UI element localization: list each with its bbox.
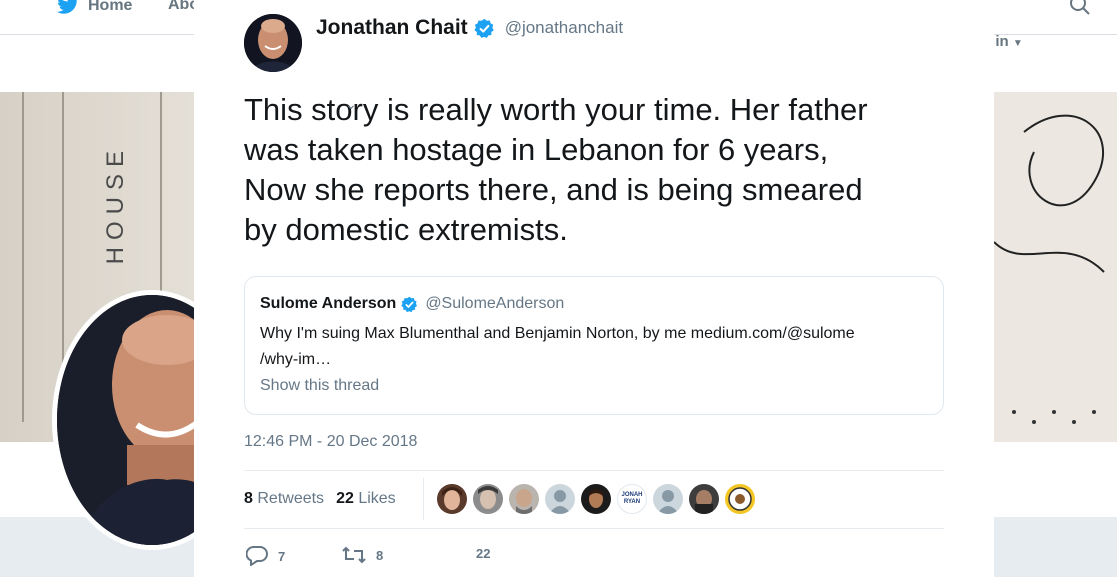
jonah-ryan-badge-text: JONAH RYAN: [621, 492, 643, 505]
divider: [244, 528, 944, 529]
quoted-author-handle: @SulomeAnderson: [425, 295, 565, 312]
retweets-count: 8: [244, 490, 253, 507]
liker-avatar[interactable]: [689, 484, 719, 514]
like-button[interactable]: 22: [476, 546, 490, 561]
liker-avatar[interactable]: [509, 484, 539, 514]
reply-icon: [246, 546, 268, 566]
stats-separator: [423, 478, 424, 520]
liker-avatar[interactable]: [437, 484, 467, 514]
nav-home-label: Home: [88, 0, 133, 14]
likes-count: 22: [336, 490, 354, 507]
author-avatar[interactable]: [244, 14, 302, 72]
tweet-text-line: Now she reports there, and is being smea…: [244, 172, 863, 207]
chevron-down-icon[interactable]: ⌄: [345, 96, 357, 113]
nav-home-link[interactable]: Home: [56, 0, 132, 16]
reply-button[interactable]: 7: [246, 546, 285, 566]
reply-count: 7: [278, 548, 286, 564]
default-avatar-icon[interactable]: [653, 484, 683, 514]
author-name[interactable]: Jonathan Chait: [316, 16, 468, 40]
search-icon[interactable]: [1069, 0, 1091, 21]
like-count: 22: [476, 546, 491, 561]
quoted-tweet-card[interactable]: Sulome Anderson @SulomeAnderson Why I'm …: [244, 276, 944, 415]
author-handle[interactable]: @jonathanchait: [505, 18, 623, 38]
retweet-icon: [342, 546, 366, 564]
scribble-drawing: [993, 114, 1105, 424]
likes-label: Likes: [358, 490, 396, 507]
cover-line: [22, 92, 24, 422]
twitter-bird-icon: [57, 0, 78, 14]
quoted-tweet-text: Why I'm suing Max Blumenthal and Benjami…: [260, 321, 930, 373]
quoted-text-line: Why I'm suing Max Blumenthal and Benjami…: [260, 325, 855, 342]
quoted-tweet-author[interactable]: Sulome Anderson @SulomeAnderson: [260, 295, 564, 313]
likes-stat[interactable]: 22 Likes: [336, 490, 396, 508]
liker-avatar[interactable]: [581, 484, 611, 514]
retweets-stat[interactable]: 8 Retweets: [244, 490, 324, 508]
liker-avatar[interactable]: [473, 484, 503, 514]
liker-avatar[interactable]: [725, 484, 755, 514]
show-thread-link[interactable]: Show this thread: [260, 377, 379, 395]
tweet-text-line: was taken hostage in Lebanon for 6 years…: [244, 132, 829, 167]
verified-badge-icon: [474, 18, 494, 38]
tweet-stats: 8 Retweets 22 Likes: [244, 490, 396, 508]
liker-avatars: JONAH RYAN: [437, 484, 755, 514]
chevron-down-icon: ▼: [1012, 38, 1023, 49]
cover-right-panel: [993, 92, 1117, 442]
liker-avatar-jonah-ryan[interactable]: JONAH RYAN: [617, 484, 647, 514]
retweet-count: 8: [376, 547, 384, 563]
quoted-author-name: Sulome Anderson: [260, 295, 397, 312]
divider: [244, 470, 944, 471]
retweets-label: Retweets: [257, 490, 325, 507]
cover-house-text: HOUSE: [102, 144, 129, 265]
tweet-actions: 7 8 22: [246, 546, 546, 576]
retweet-button[interactable]: 8: [342, 546, 383, 564]
tweet-author[interactable]: Jonathan Chait @jonathanchait: [316, 16, 623, 40]
tweet-timestamp[interactable]: 12:46 PM - 20 Dec 2018: [244, 433, 417, 451]
tweet-text: This story is really worth your time. He…: [244, 90, 964, 250]
default-avatar-icon[interactable]: [545, 484, 575, 514]
quoted-text-line: /why-im…: [260, 351, 332, 368]
tweet-text-line: by domestic extremists.: [244, 212, 568, 247]
tweet-modal: Jonathan Chait @jonathanchait This story…: [194, 0, 994, 577]
verified-badge-icon: [401, 296, 418, 312]
